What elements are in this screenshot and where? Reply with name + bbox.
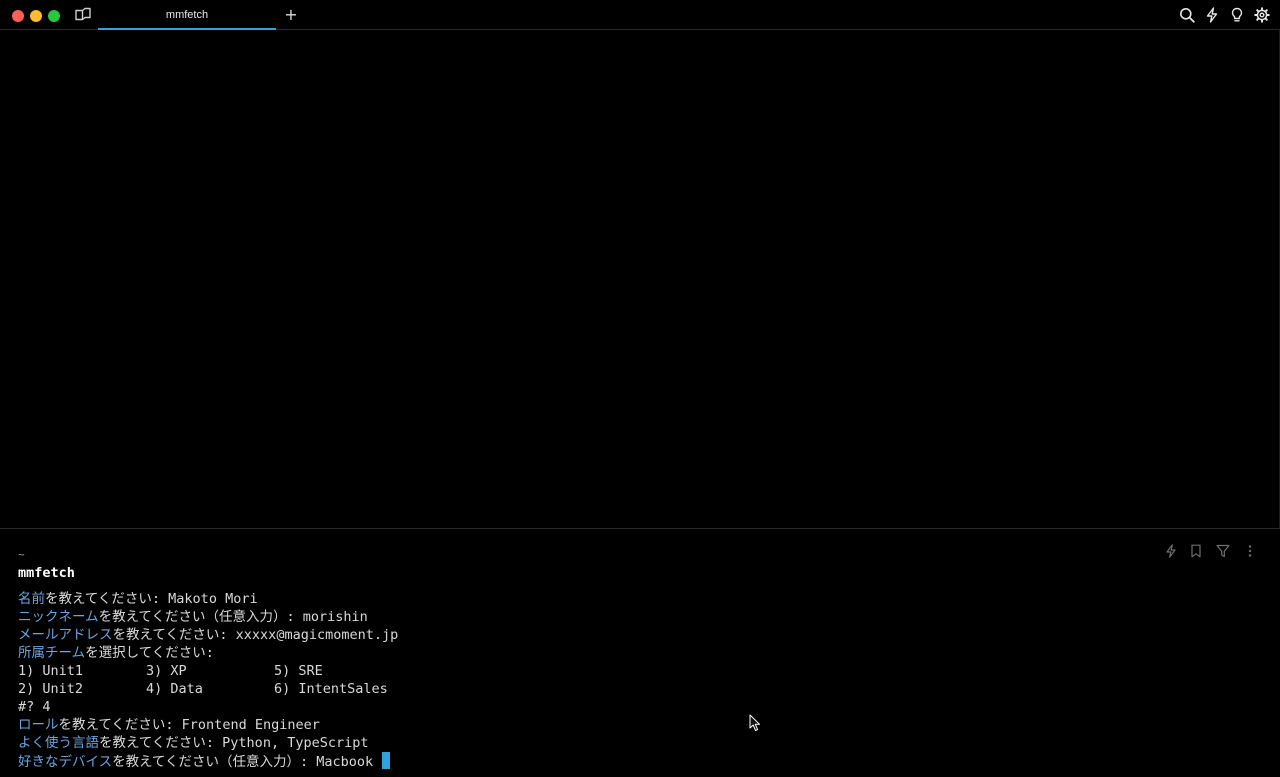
minimize-button[interactable] [30,10,42,22]
new-tab-button[interactable]: + [283,6,299,24]
prompt-label: ニックネーム [18,609,99,625]
block-separator [0,528,1280,529]
prompt-line-email: メールアドレスを教えてください: xxxxx@magicmoment.jp [18,626,1258,644]
terminal-block[interactable]: ~ mmfetch 名前を教えてください: Makoto Mori ニックネーム… [18,548,1258,770]
team-option: 4) Data [146,681,203,697]
prompt-text: を教えてください: Python, TypeScript [99,735,369,751]
prompt-label: 名前 [18,591,45,607]
team-option: 2) Unit2 [18,681,84,697]
command-text: mmfetch [18,565,75,581]
lightning-icon[interactable] [1204,7,1220,23]
prompt-text: を教えてください: Makoto Mori [45,591,258,607]
prompt-label: メールアドレス [18,627,113,643]
prompt-line-name: 名前を教えてください: Makoto Mori [18,590,1258,608]
gear-icon[interactable] [1254,7,1270,23]
lightbulb-icon[interactable] [1229,7,1245,23]
prompt-label: 所属チーム [18,645,86,661]
sidebar-toggle-icon[interactable] [74,7,92,23]
working-directory: ~ [18,548,25,561]
prompt-text: を選択してください: [85,645,214,661]
text-cursor [382,752,391,769]
title-bar: mmfetch + [0,0,1280,30]
team-option: 6) IntentSales [274,681,388,697]
prompt-line-nickname: ニックネームを教えてください（任意入力）: morishin [18,608,1258,626]
team-options-row: 2) Unit2 4) Data 6) IntentSales [18,680,1258,698]
prompt-text: を教えてください: Frontend Engineer [58,717,320,733]
team-option: 3) XP [146,663,187,679]
prompt-label: 好きなデバイス [18,754,113,770]
prompt-text: を教えてください: xxxxx@magicmoment.jp [112,627,399,643]
prompt-text: を教えてください（任意入力）: Macbook [112,754,374,770]
team-option: 5) SRE [274,663,323,679]
close-button[interactable] [12,10,24,22]
tab-mmfetch[interactable]: mmfetch [98,0,276,30]
prompt-line-device[interactable]: 好きなデバイスを教えてください（任意入力）: Macbook [18,752,1258,770]
team-selection: #? 4 [18,699,51,715]
team-options-row: 1) Unit1 3) XP 5) SRE [18,662,1258,680]
team-option: 1) Unit1 [18,663,84,679]
tab-label: mmfetch [165,9,209,21]
terminal-output-area[interactable] [0,30,1280,528]
mouse-pointer-icon [749,714,761,732]
prompt-line-team: 所属チームを選択してください: [18,644,1258,662]
prompt-label: よく使う言語 [18,735,99,751]
prompt-line-language: よく使う言語を教えてください: Python, TypeScript [18,734,1258,752]
zoom-button[interactable] [48,10,60,22]
prompt-label: ロール [18,717,59,733]
search-icon[interactable] [1179,7,1195,23]
prompt-line-role: ロールを教えてください: Frontend Engineer [18,716,1258,734]
prompt-text: を教えてください（任意入力）: morishin [98,609,368,625]
